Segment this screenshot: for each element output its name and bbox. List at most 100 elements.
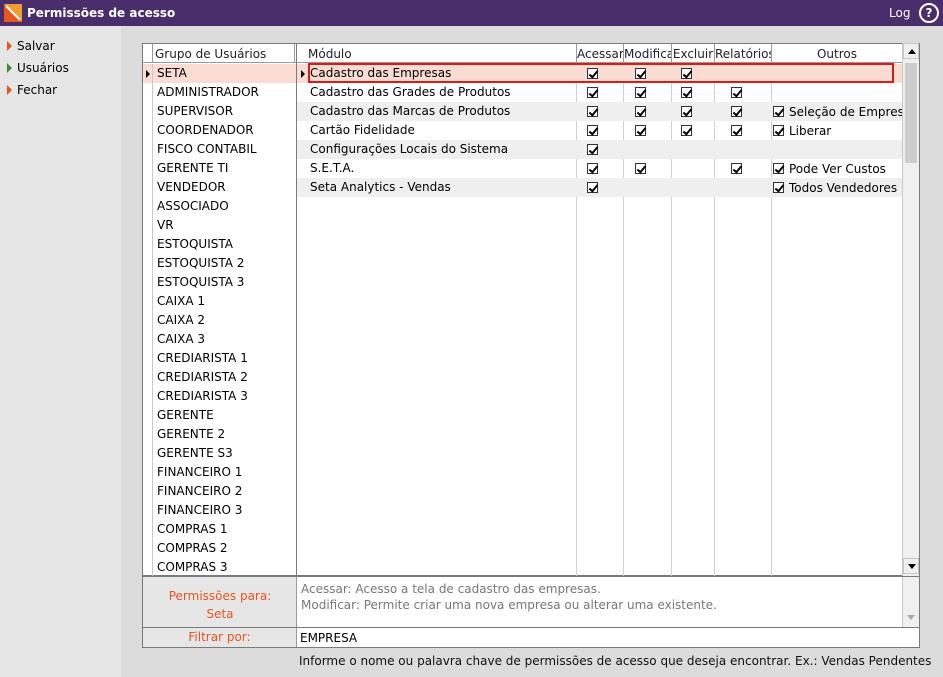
- scroll-up-icon[interactable]: [903, 43, 919, 59]
- modules-grid[interactable]: Módulo Acessar Modificar Excluir Relatór…: [296, 43, 920, 577]
- group-row[interactable]: SETA: [143, 64, 297, 83]
- group-row[interactable]: COMPRAS 2: [143, 539, 297, 558]
- group-name: CAIXA 1: [157, 294, 206, 308]
- group-row[interactable]: FINANCEIRO 1: [143, 463, 297, 482]
- user-groups-grid[interactable]: Grupo de Usuários SETA ADMINISTRADOR SUPER…: [142, 43, 298, 577]
- group-row[interactable]: CREDIARISTA 1: [143, 349, 297, 368]
- checkbox-acessar[interactable]: [587, 182, 598, 193]
- checkbox-excluir[interactable]: [681, 87, 692, 98]
- outros-option[interactable]: Liberar: [773, 124, 831, 138]
- col-modulo[interactable]: Módulo: [297, 44, 577, 63]
- outros-option[interactable]: Pode Ver Custos: [773, 162, 886, 176]
- checkbox-acessar[interactable]: [587, 106, 598, 117]
- log-link[interactable]: Log: [889, 6, 910, 20]
- group-name: GERENTE 2: [157, 427, 226, 441]
- module-row[interactable]: Cartão Fidelidade Liberar: [297, 121, 903, 140]
- scroll-down-icon[interactable]: [903, 558, 919, 574]
- col-modificar[interactable]: Modificar: [624, 44, 672, 63]
- group-row[interactable]: ADMINISTRADOR: [143, 83, 297, 102]
- group-row[interactable]: FISCO CONTABIL: [143, 140, 297, 159]
- filter-bar: Filtrar por:: [142, 627, 920, 648]
- group-row[interactable]: CAIXA 1: [143, 292, 297, 311]
- group-row[interactable]: ASSOCIADO: [143, 197, 297, 216]
- group-name: ESTOQUISTA 3: [157, 275, 245, 289]
- group-row[interactable]: CAIXA 3: [143, 330, 297, 349]
- group-row[interactable]: CREDIARISTA 3: [143, 387, 297, 406]
- module-row[interactable]: Cadastro das Grades de Produtos: [297, 83, 903, 102]
- outros-option[interactable]: Todos Vendedores: [773, 181, 897, 195]
- group-row[interactable]: COMPRAS 1: [143, 520, 297, 539]
- group-row[interactable]: SUPERVISOR: [143, 102, 297, 121]
- group-row[interactable]: GERENTE: [143, 406, 297, 425]
- group-name: COMPRAS 3: [157, 560, 228, 574]
- scroll-down-icon[interactable]: [907, 615, 915, 620]
- sidebar-item-salvar[interactable]: Salvar: [7, 39, 55, 53]
- module-row[interactable]: Configurações Locais do Sistema: [297, 140, 903, 159]
- groups-header: Grupo de Usuários: [143, 44, 297, 63]
- col-outros[interactable]: Outros: [772, 44, 903, 63]
- group-row[interactable]: VR: [143, 216, 297, 235]
- checkbox-acessar[interactable]: [587, 144, 598, 155]
- arrow-right-icon: [7, 85, 12, 95]
- checkbox-modificar[interactable]: [635, 87, 646, 98]
- arrow-right-icon: [7, 63, 12, 73]
- group-row[interactable]: CREDIARISTA 2: [143, 368, 297, 387]
- sidebar-item-usuarios[interactable]: Usuários: [7, 61, 69, 75]
- module-name: Configurações Locais do Sistema: [310, 142, 509, 156]
- checkbox-outros[interactable]: [773, 163, 784, 174]
- group-name: ESTOQUISTA 2: [157, 256, 245, 270]
- outros-option[interactable]: Seleção de Empresas: [773, 105, 917, 119]
- checkbox-outros[interactable]: [773, 182, 784, 193]
- help-icon[interactable]: ?: [919, 3, 939, 23]
- checkbox-acessar[interactable]: [587, 87, 598, 98]
- checkbox-relatorios[interactable]: [731, 125, 742, 136]
- sidebar-item-fechar[interactable]: Fechar: [7, 83, 57, 97]
- col-acessar[interactable]: Acessar: [577, 44, 624, 63]
- group-name: CAIXA 2: [157, 313, 206, 327]
- outros-label: Liberar: [789, 124, 832, 138]
- col-excluir[interactable]: Excluir: [672, 44, 715, 63]
- module-row[interactable]: Seta Analytics - Vendas Todos Vendedores: [297, 178, 903, 197]
- group-name: FINANCEIRO 1: [157, 465, 243, 479]
- checkbox-relatorios[interactable]: [731, 163, 742, 174]
- checkbox-acessar[interactable]: [587, 125, 598, 136]
- group-row[interactable]: FINANCEIRO 2: [143, 482, 297, 501]
- checkbox-modificar[interactable]: [635, 106, 646, 117]
- group-name: SUPERVISOR: [157, 104, 234, 118]
- row-pointer-icon: [146, 70, 150, 78]
- group-row[interactable]: COMPRAS 3: [143, 558, 297, 577]
- group-row[interactable]: GERENTE S3: [143, 444, 297, 463]
- group-row[interactable]: FINANCEIRO 3: [143, 501, 297, 520]
- group-row[interactable]: ESTOQUISTA 2: [143, 254, 297, 273]
- group-row[interactable]: COORDENADOR: [143, 121, 297, 140]
- filter-hint: Informe o nome ou palavra chave de permi…: [299, 654, 932, 668]
- checkbox-outros[interactable]: [773, 125, 784, 136]
- module-row[interactable]: S.E.T.A. Pode Ver Custos: [297, 159, 903, 178]
- checkbox-relatorios[interactable]: [731, 106, 742, 117]
- checkbox-acessar[interactable]: [587, 163, 598, 174]
- group-row[interactable]: ESTOQUISTA: [143, 235, 297, 254]
- group-name: CREDIARISTA 1: [157, 351, 248, 365]
- scroll-thumb[interactable]: [905, 63, 917, 163]
- selected-module-highlight: [308, 63, 894, 83]
- group-name: CAIXA 3: [157, 332, 206, 346]
- group-row[interactable]: ESTOQUISTA 3: [143, 273, 297, 292]
- filter-label: Filtrar por:: [143, 628, 297, 647]
- checkbox-excluir[interactable]: [681, 125, 692, 136]
- group-row[interactable]: CAIXA 2: [143, 311, 297, 330]
- group-row[interactable]: VENDEDOR: [143, 178, 297, 197]
- group-row[interactable]: GERENTE TI: [143, 159, 297, 178]
- checkbox-outros[interactable]: [773, 106, 784, 117]
- description-scrollbar[interactable]: [902, 577, 919, 627]
- checkbox-excluir[interactable]: [681, 106, 692, 117]
- checkbox-modificar[interactable]: [635, 125, 646, 136]
- modules-scrollbar[interactable]: [902, 43, 919, 576]
- checkbox-relatorios[interactable]: [731, 87, 742, 98]
- module-row[interactable]: Cadastro das Marcas de Produtos Seleção d…: [297, 102, 917, 121]
- group-row[interactable]: GERENTE 2: [143, 425, 297, 444]
- arrow-right-icon: [7, 41, 12, 51]
- filter-input[interactable]: [300, 629, 900, 646]
- module-name: Seta Analytics - Vendas: [310, 180, 451, 194]
- col-relatorios[interactable]: Relatórios: [715, 44, 772, 63]
- checkbox-modificar[interactable]: [635, 163, 646, 174]
